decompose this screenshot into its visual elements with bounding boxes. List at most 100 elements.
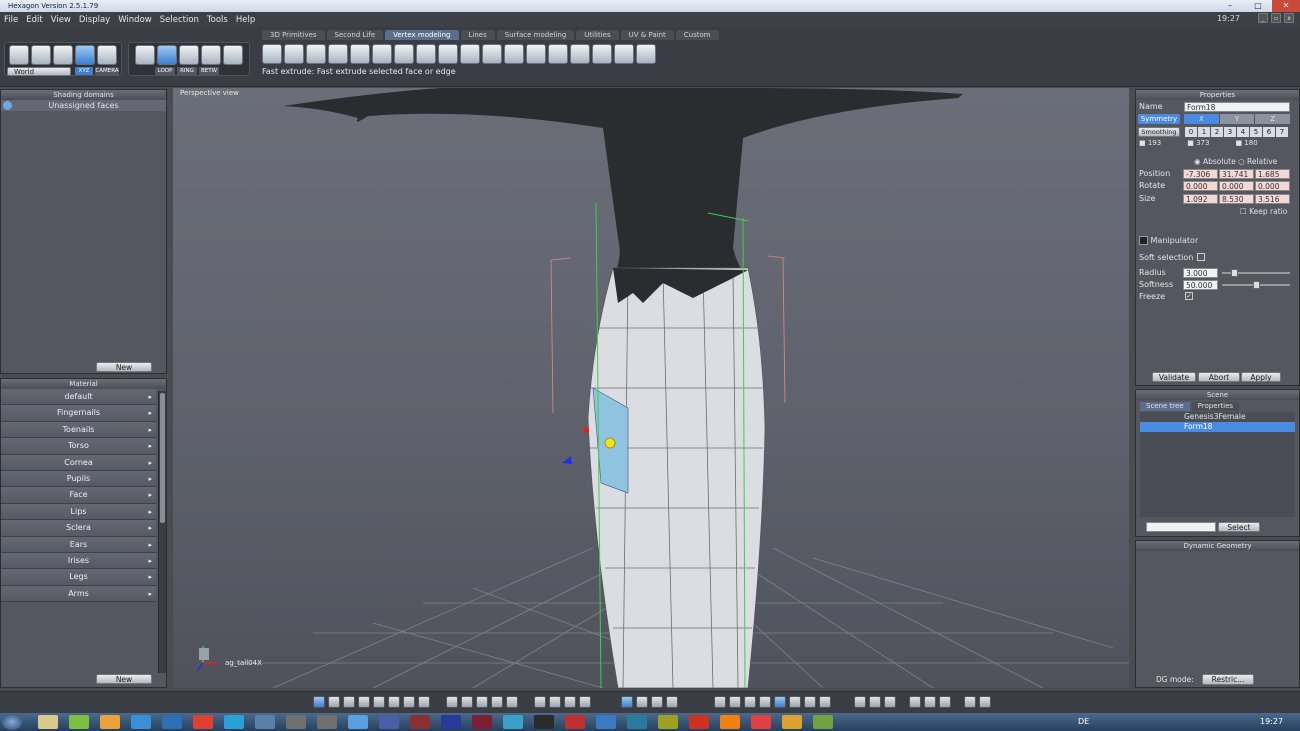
taskbar-app-icon[interactable] bbox=[255, 715, 275, 729]
vertex-tool-icon[interactable] bbox=[570, 44, 590, 64]
taskbar-app-icon[interactable] bbox=[379, 715, 399, 729]
menu-selection[interactable]: Selection bbox=[160, 15, 199, 25]
taskbar-app-icon[interactable] bbox=[534, 715, 554, 729]
view-tool-icon[interactable] bbox=[869, 696, 881, 708]
taskbar-app-icon[interactable] bbox=[813, 715, 833, 729]
app-minimize-icon[interactable]: _ bbox=[1258, 13, 1268, 23]
vertex-tool-icon[interactable] bbox=[306, 44, 326, 64]
vertex-tool-icon[interactable] bbox=[372, 44, 392, 64]
view-tool-icon[interactable] bbox=[343, 696, 355, 708]
view-tool-icon[interactable] bbox=[373, 696, 385, 708]
taskbar-app-icon[interactable] bbox=[596, 715, 616, 729]
view-tool-icon[interactable] bbox=[388, 696, 400, 708]
taskbar-app-icon[interactable] bbox=[348, 715, 368, 729]
relative-radio[interactable]: ○ Relative bbox=[1238, 157, 1277, 166]
view-tool-icon[interactable] bbox=[666, 696, 678, 708]
perspective-viewport[interactable] bbox=[173, 88, 1129, 688]
radius-input[interactable]: 3.000 bbox=[1183, 268, 1218, 278]
view-tool-icon[interactable] bbox=[854, 696, 866, 708]
scene-select-button[interactable]: Select bbox=[1218, 522, 1260, 532]
size-z[interactable]: 3.516 bbox=[1255, 194, 1290, 204]
camera-toggle[interactable]: CAMERA bbox=[95, 67, 119, 75]
view-tool-icon[interactable] bbox=[819, 696, 831, 708]
tab-lines[interactable]: Lines bbox=[460, 30, 495, 40]
scene-filter-input[interactable] bbox=[1146, 522, 1216, 532]
smoothing-level-5[interactable]: 5 bbox=[1250, 127, 1262, 137]
taskbar-app-icon[interactable] bbox=[224, 715, 244, 729]
vertex-tool-icon[interactable] bbox=[548, 44, 568, 64]
view-tool-icon[interactable] bbox=[579, 696, 591, 708]
view-tool-icon[interactable] bbox=[909, 696, 921, 708]
view-tool-icon[interactable] bbox=[729, 696, 741, 708]
vertex-tool-icon[interactable] bbox=[350, 44, 370, 64]
vertex-tool-icon[interactable] bbox=[328, 44, 348, 64]
material-new-button[interactable]: New bbox=[96, 674, 152, 684]
select-lasso-icon[interactable] bbox=[97, 45, 117, 65]
view-tool-icon[interactable] bbox=[884, 696, 896, 708]
taskbar-app-icon[interactable] bbox=[69, 715, 89, 729]
taskbar-app-icon[interactable] bbox=[503, 715, 523, 729]
softness-knob[interactable] bbox=[1252, 281, 1260, 289]
taskbar-app-icon[interactable] bbox=[658, 715, 678, 729]
tab-surface-modeling[interactable]: Surface modeling bbox=[496, 30, 575, 40]
smoothing-button[interactable]: Smoothing bbox=[1138, 127, 1180, 137]
tab-uv-paint[interactable]: UV & Paint bbox=[620, 30, 674, 40]
vertex-tool-icon[interactable] bbox=[394, 44, 414, 64]
view-tool-icon[interactable] bbox=[979, 696, 991, 708]
loop-label[interactable]: LOOP bbox=[155, 67, 175, 75]
vertex-tool-icon[interactable] bbox=[416, 44, 436, 64]
scene-item-form18[interactable]: Form18 bbox=[1140, 422, 1295, 432]
taskbar-app-icon[interactable] bbox=[317, 715, 337, 729]
material-item[interactable]: Pupils bbox=[1, 470, 156, 488]
smoothing-level-6[interactable]: 6 bbox=[1263, 127, 1275, 137]
apply-button[interactable]: Apply bbox=[1241, 372, 1281, 382]
scene-item-genesis[interactable]: Genesis3Female bbox=[1140, 412, 1295, 422]
minimize-button[interactable]: – bbox=[1216, 0, 1244, 12]
vertex-tool-icon[interactable] bbox=[504, 44, 524, 64]
tab-scene-properties[interactable]: Properties bbox=[1191, 402, 1240, 411]
taskbar-app-icon[interactable] bbox=[410, 715, 430, 729]
softness-slider[interactable] bbox=[1222, 281, 1290, 289]
absolute-radio[interactable]: ◉ Absolute bbox=[1194, 157, 1236, 166]
menu-display[interactable]: Display bbox=[79, 15, 110, 25]
menu-window[interactable]: Window bbox=[118, 15, 152, 25]
view-tool-icon[interactable] bbox=[461, 696, 473, 708]
view-tool-icon[interactable] bbox=[924, 696, 936, 708]
taskbar-app-icon[interactable] bbox=[441, 715, 461, 729]
view-tool-icon[interactable] bbox=[476, 696, 488, 708]
menu-tools[interactable]: Tools bbox=[207, 15, 228, 25]
vertex-tool-icon[interactable] bbox=[438, 44, 458, 64]
dg-mode-select[interactable]: Restric... bbox=[1202, 674, 1254, 685]
taskbar-app-icon[interactable] bbox=[286, 715, 306, 729]
view-tool-icon[interactable] bbox=[313, 696, 325, 708]
rotate-x[interactable]: 0.000 bbox=[1183, 181, 1218, 191]
menu-edit[interactable]: Edit bbox=[26, 15, 42, 25]
view-tool-icon[interactable] bbox=[651, 696, 663, 708]
view-tool-icon[interactable] bbox=[403, 696, 415, 708]
vertex-tool-icon[interactable] bbox=[262, 44, 282, 64]
material-item[interactable]: Lips bbox=[1, 503, 156, 521]
material-item[interactable]: Torso bbox=[1, 438, 156, 455]
xyz-toggle[interactable]: XYZ bbox=[75, 67, 93, 75]
select-vertex-icon[interactable] bbox=[9, 45, 29, 65]
language-indicator[interactable]: DE bbox=[1078, 717, 1089, 726]
material-item[interactable]: Face bbox=[1, 487, 156, 504]
position-y[interactable]: 31.741 bbox=[1219, 169, 1254, 179]
radius-knob[interactable] bbox=[1231, 269, 1239, 277]
tab-scene-tree[interactable]: Scene tree bbox=[1140, 402, 1190, 411]
view-tool-icon[interactable] bbox=[939, 696, 951, 708]
taskbar-app-icon[interactable] bbox=[720, 715, 740, 729]
between-tool-icon[interactable] bbox=[223, 45, 243, 65]
menu-help[interactable]: Help bbox=[236, 15, 255, 25]
view-tool-icon[interactable] bbox=[491, 696, 503, 708]
tab-second-life[interactable]: Second Life bbox=[326, 30, 384, 40]
view-tool-icon[interactable] bbox=[636, 696, 648, 708]
app-close-icon[interactable]: x bbox=[1284, 13, 1294, 23]
smoothing-level-3[interactable]: 3 bbox=[1224, 127, 1236, 137]
view-tool-icon[interactable] bbox=[549, 696, 561, 708]
eye-icon[interactable] bbox=[3, 101, 12, 110]
taskbar-app-icon[interactable] bbox=[472, 715, 492, 729]
taskbar-app-icon[interactable] bbox=[751, 715, 771, 729]
view-tool-icon[interactable] bbox=[506, 696, 518, 708]
material-item[interactable]: Irises bbox=[1, 552, 156, 570]
